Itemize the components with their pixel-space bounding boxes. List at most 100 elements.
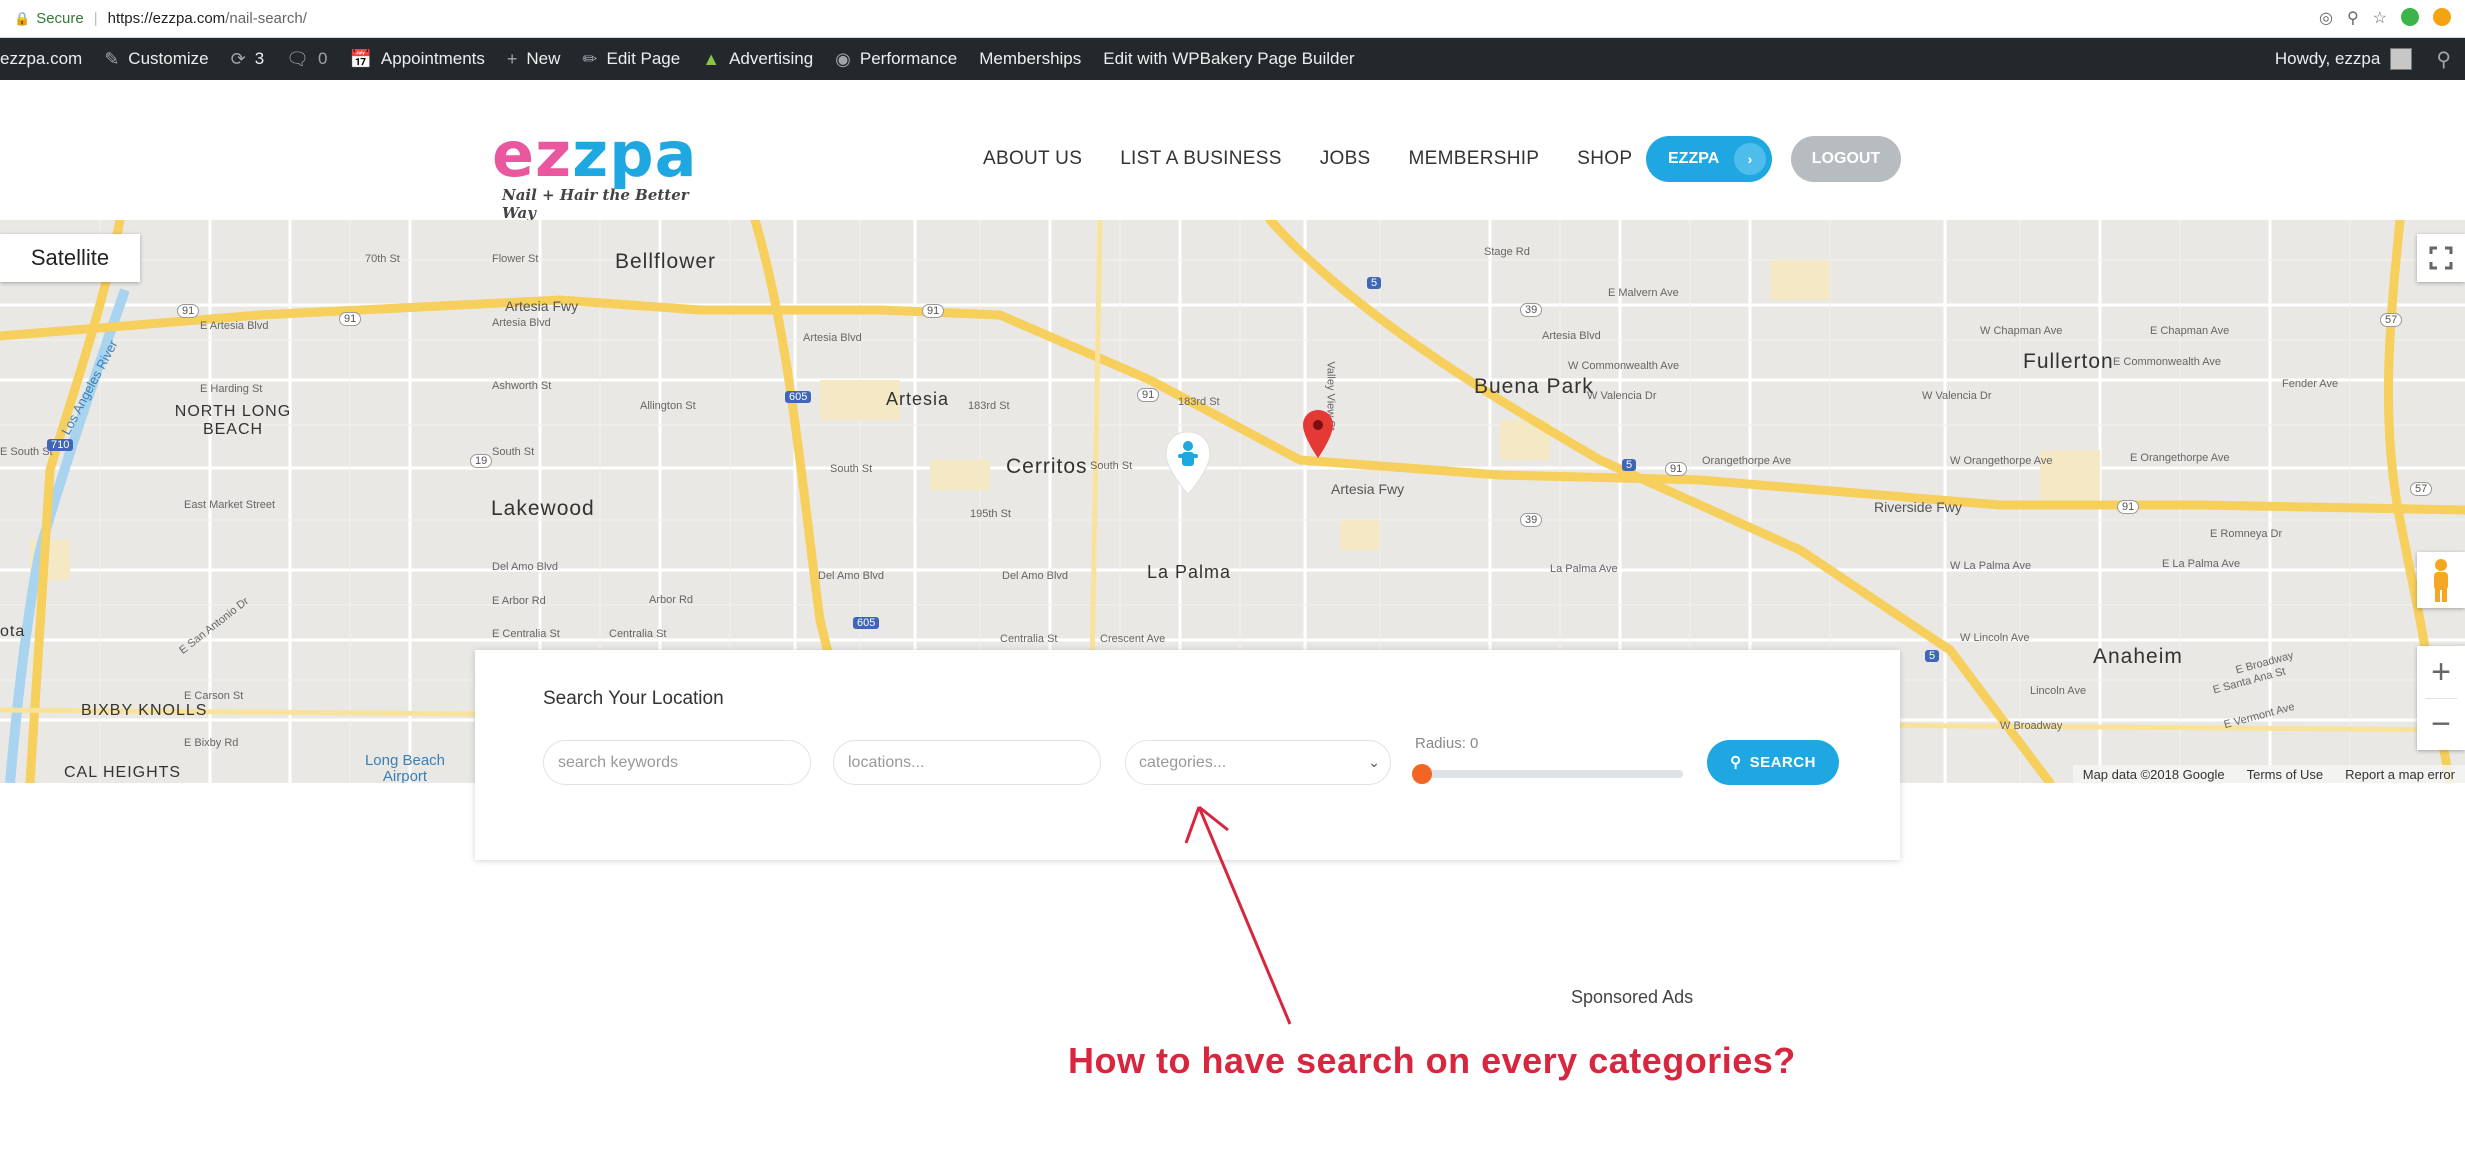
map-label-street: Arbor Rd: [649, 594, 694, 606]
url-host[interactable]: https://ezzpa.com: [108, 10, 226, 27]
admin-wpbakery[interactable]: Edit with WPBakery Page Builder: [1103, 38, 1354, 80]
admin-edit-page[interactable]: ✏ Edit Page: [582, 38, 680, 80]
map-data-credit: Map data ©2018 Google: [2082, 766, 2225, 782]
extension-icon[interactable]: [2433, 8, 2451, 26]
logo-ez: ez: [492, 118, 573, 191]
pencil-icon: ✏: [582, 48, 598, 69]
map-label-street: La Palma Ave: [1550, 563, 1618, 575]
map-label-street: 70th St: [365, 253, 400, 265]
admin-customize[interactable]: ✎ Customize: [104, 38, 208, 80]
logout-button[interactable]: LOGOUT: [1791, 136, 1901, 182]
map-label-street: Centralia St: [609, 628, 667, 640]
appointments-label: Appointments: [380, 49, 485, 68]
search-card: Search Your Location search keywords loc…: [475, 650, 1900, 860]
admin-new[interactable]: + New: [507, 38, 561, 80]
updates-count: 3: [254, 49, 265, 68]
map-label-street: E Harding St: [200, 383, 263, 395]
map-label-street: Lincoln Ave: [2030, 685, 2087, 697]
map-label-street: W Commonwealth Ave: [1568, 360, 1680, 372]
admin-appointments[interactable]: 📅 Appointments: [350, 38, 485, 80]
admin-performance[interactable]: ◉ Performance: [835, 38, 957, 80]
map-label-street: 195th St: [970, 508, 1011, 520]
wp-admin-bar: ezzpa.com ✎ Customize ⟳ 3 🗨 0 📅 Appointments…: [0, 38, 2465, 80]
edit-page-label: Edit Page: [606, 49, 681, 68]
categories-selected-value: categories...: [1139, 754, 1227, 771]
radius-slider-thumb[interactable]: [1412, 764, 1432, 784]
zoom-divider: [2425, 698, 2457, 699]
my-location-marker-icon[interactable]: [1160, 430, 1216, 496]
nav-membership[interactable]: MEMBERSHIP: [1409, 148, 1540, 170]
map-label-artesia-fwy: Artesia Fwy: [1331, 481, 1405, 497]
map-label-street: 183rd St: [1178, 396, 1220, 408]
admin-updates[interactable]: ⟳ 3: [231, 38, 265, 80]
map-label-street: Fender Ave: [2282, 378, 2339, 390]
browser-toolbar-icons: ◎ ⚲ ☆: [2319, 8, 2451, 28]
map-label-street: E Chapman Ave: [2150, 325, 2230, 337]
new-label: New: [526, 49, 561, 68]
nav-shop[interactable]: SHOP: [1577, 148, 1632, 170]
report-map-error-link[interactable]: Report a map error: [2345, 767, 2455, 782]
secure-label: Secure: [36, 10, 84, 27]
extension-icon[interactable]: [2401, 8, 2419, 26]
pegman-icon: [2434, 559, 2448, 602]
highway-shield: 91: [339, 312, 362, 326]
map-label-street: 183rd St: [968, 400, 1010, 412]
plus-icon: +: [506, 48, 518, 69]
nav-about-us[interactable]: ABOUT US: [983, 148, 1082, 170]
search-heading: Search Your Location: [543, 688, 724, 709]
search-icon[interactable]: ⚲: [2436, 47, 2451, 72]
nav-list-a-business[interactable]: LIST A BUSINESS: [1120, 148, 1282, 170]
map-label-street: Ashworth St: [492, 380, 552, 392]
admin-site-link[interactable]: ezzpa.com: [0, 38, 82, 80]
brush-icon: ✎: [104, 48, 120, 69]
ezzpa-button-label: EZZPA: [1668, 150, 1720, 167]
satellite-toggle-button[interactable]: Satellite: [0, 234, 140, 282]
map-label-long-beach-airport: Long Beach Airport: [364, 752, 446, 784]
zoom-icon[interactable]: ⚲: [2347, 8, 2359, 28]
map-label-ota: ota: [0, 623, 26, 640]
map-label-street: South St: [830, 463, 873, 475]
logo-tagline: Nail + Hair the Better Way: [502, 186, 689, 222]
comments-count: 0: [318, 49, 328, 68]
performance-icon: ◉: [835, 48, 851, 69]
map-label-street: E La Palma Ave: [2162, 558, 2241, 570]
site-logo[interactable]: ezzpa Nail + Hair the Better Way: [492, 124, 722, 223]
comment-icon: 🗨: [286, 48, 310, 69]
nav-jobs[interactable]: JOBS: [1320, 148, 1371, 170]
map-label-la-palma: La Palma: [1147, 562, 1232, 582]
site-header: ezzpa Nail + Hair the Better Way ABOUT U…: [0, 80, 2465, 240]
admin-comments[interactable]: 🗨 0: [286, 38, 327, 80]
map-label-street: Stage Rd: [1484, 246, 1530, 258]
fullscreen-button[interactable]: [2417, 234, 2465, 282]
avatar[interactable]: [2390, 48, 2413, 70]
street-view-pegman[interactable]: [2417, 552, 2465, 608]
map-label-street: W Orangethorpe Ave: [1950, 455, 2053, 467]
categories-select[interactable]: categories... ⌄: [1125, 740, 1391, 785]
highway-shield: 57: [2410, 482, 2433, 496]
map-label-street: Flower St: [492, 253, 539, 265]
map-label-street: W Lincoln Ave: [1960, 632, 2030, 644]
admin-memberships[interactable]: Memberships: [979, 38, 1081, 80]
search-button-label: SEARCH: [1749, 754, 1816, 771]
map-label-street: E Carson St: [184, 690, 244, 702]
bookmark-star-icon[interactable]: ☆: [2373, 8, 2387, 28]
location-pin-icon[interactable]: [1303, 410, 1333, 458]
zoom-out-button[interactable]: −: [2417, 698, 2465, 750]
chevron-down-icon: ⌄: [1368, 754, 1380, 770]
radius-slider-track[interactable]: [1420, 770, 1683, 778]
search-button[interactable]: ⚲ SEARCH: [1707, 740, 1839, 785]
keywords-input[interactable]: search keywords: [543, 740, 811, 785]
url-path[interactable]: /nail-search/: [225, 10, 307, 27]
terms-of-use-link[interactable]: Terms of Use: [2247, 767, 2324, 782]
admin-advertising[interactable]: ▲ Advertising: [702, 38, 813, 80]
map-label-street: Artesia Blvd: [492, 317, 551, 329]
memberships-label: Memberships: [979, 49, 1082, 68]
zoom-in-button[interactable]: +: [2417, 646, 2465, 698]
ezzpa-button[interactable]: EZZPA ›: [1646, 136, 1772, 182]
howdy-label[interactable]: Howdy, ezzpa: [2275, 49, 2381, 69]
location-icon[interactable]: ◎: [2319, 8, 2333, 28]
admin-account[interactable]: Howdy, ezzpa ⚲: [2275, 38, 2465, 80]
locations-input[interactable]: locations...: [833, 740, 1101, 785]
browser-address-bar[interactable]: 🔒 Secure | https://ezzpa.com/nail-search…: [0, 0, 2465, 38]
sponsored-ads-heading: Sponsored Ads: [1571, 987, 1694, 1007]
